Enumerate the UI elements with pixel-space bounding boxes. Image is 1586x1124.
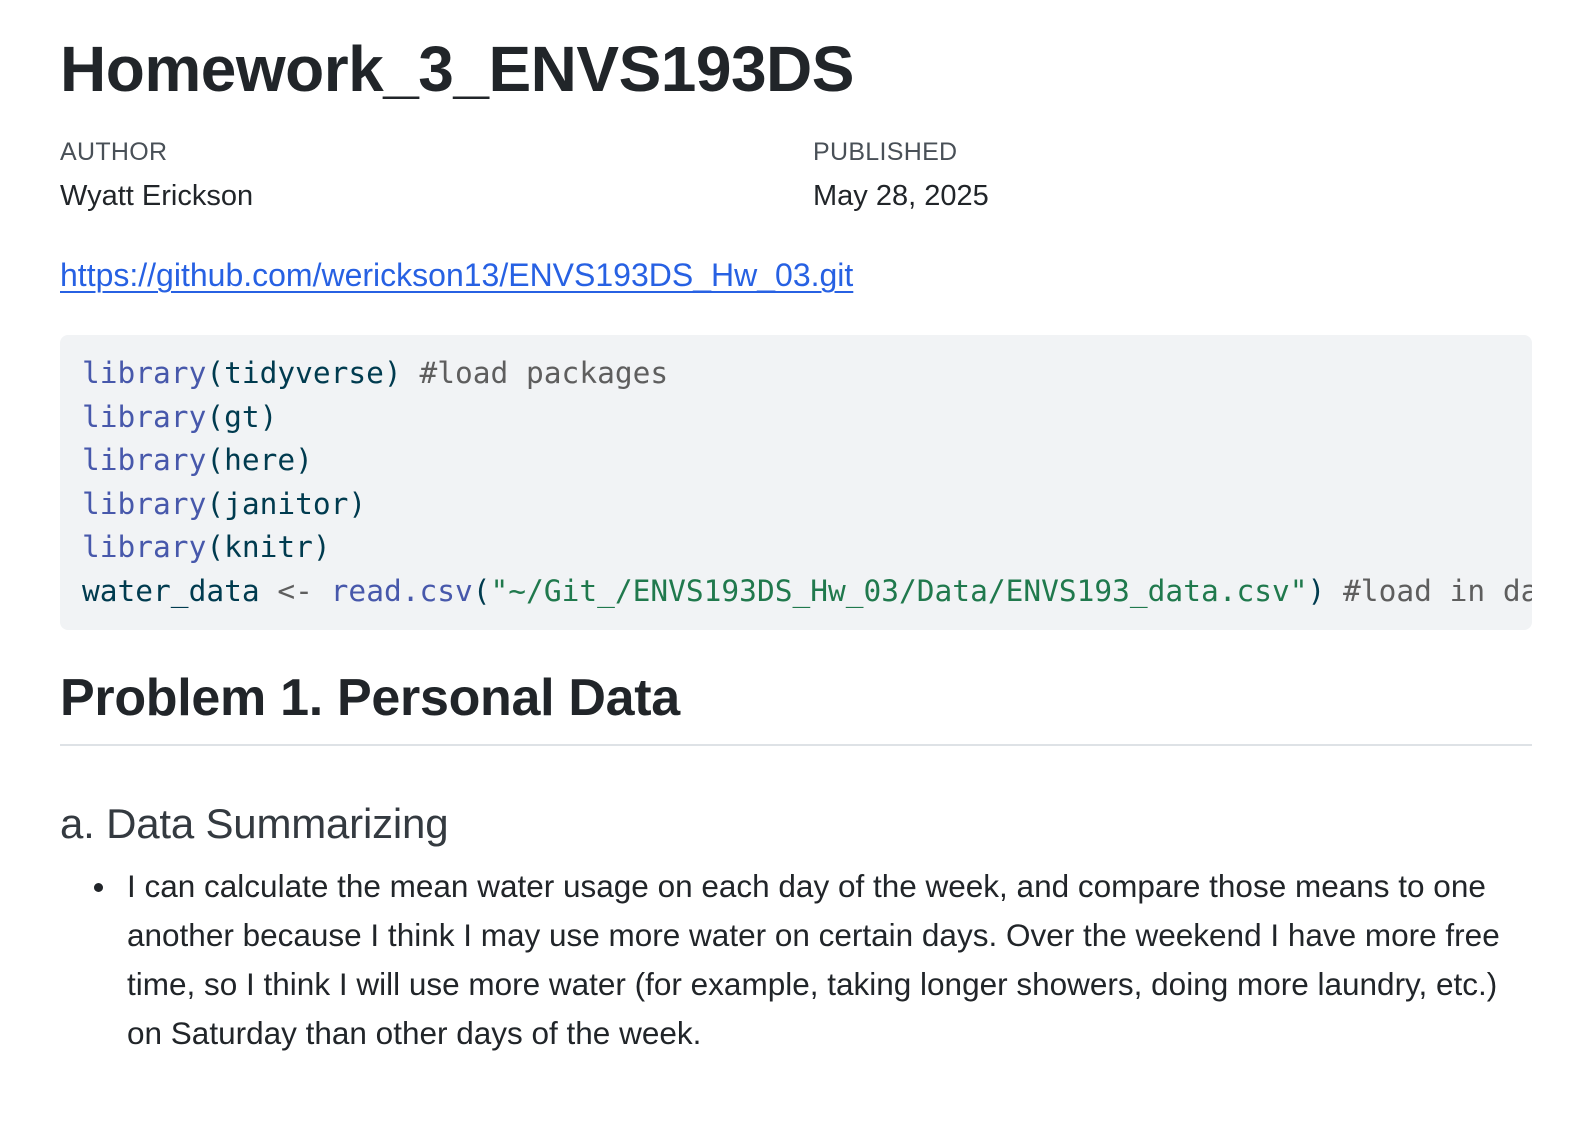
code-token-op: <-: [277, 573, 313, 608]
code-token-fn: library: [82, 530, 207, 564]
title-meta: AUTHOR Wyatt Erickson PUBLISHED May 28, …: [60, 136, 1532, 216]
code-token-plain: (knitr): [206, 530, 331, 564]
code-block[interactable]: library(tidyverse) #load packages library…: [60, 335, 1532, 630]
bullet-list: I can calculate the mean water usage on …: [88, 862, 1518, 1058]
code-token-fn: library: [82, 443, 207, 477]
code-token-plain: ): [1307, 573, 1344, 608]
section-heading: Problem 1. Personal Data: [60, 669, 680, 727]
code-line: library(here): [82, 439, 1532, 483]
code-token-fn: library: [82, 399, 207, 434]
published-block: PUBLISHED May 28, 2025: [813, 136, 989, 216]
subsection-heading: a. Data Summarizing: [60, 800, 449, 847]
code-token-cmt: #load in da: [1343, 573, 1532, 608]
code-token-plain: (janitor): [206, 486, 367, 521]
section-divider: [60, 744, 1532, 746]
code-token-fn: read.csv: [330, 573, 473, 608]
published-heading: PUBLISHED: [813, 138, 958, 166]
code-token-str: "~/Git_/ENVS193DS_Hw_03/Data/ENVS193_dat…: [490, 573, 1308, 608]
code-line: library(tidyverse) #load packages: [82, 352, 1532, 396]
github-repo-link[interactable]: https://github.com/werickson13/ENVS193DS…: [60, 254, 853, 296]
bullet-dot-icon: [94, 883, 103, 892]
code-token-plain: (: [472, 573, 491, 608]
page-title: Homework_3_ENVS193DS: [60, 33, 854, 105]
author-name: Wyatt Erickson: [60, 180, 254, 212]
code-token-plain: (gt): [206, 399, 278, 434]
code-line: library(gt): [82, 396, 1532, 440]
list-item-text: I can calculate the mean water usage on …: [127, 868, 1500, 1051]
code-listing: library(tidyverse) #load packages library…: [82, 352, 1532, 613]
code-token-plain: water_data: [82, 573, 278, 608]
code-line: library(janitor): [82, 483, 1532, 527]
published-date: May 28, 2025: [813, 180, 989, 212]
code-token-fn: library: [82, 356, 207, 390]
code-line: water_data <- read.csv("~/Git_/ENVS193DS…: [82, 570, 1532, 614]
list-item: I can calculate the mean water usage on …: [88, 862, 1518, 1058]
code-token-plain: (here): [206, 443, 313, 477]
code-token-fn: library: [82, 486, 207, 521]
code-token-cmt: #load packages: [419, 356, 669, 390]
code-token-plain: (tidyverse): [206, 356, 420, 390]
author-block: AUTHOR Wyatt Erickson: [60, 136, 253, 216]
author-heading: AUTHOR: [60, 138, 168, 166]
code-line: library(knitr): [82, 526, 1532, 570]
